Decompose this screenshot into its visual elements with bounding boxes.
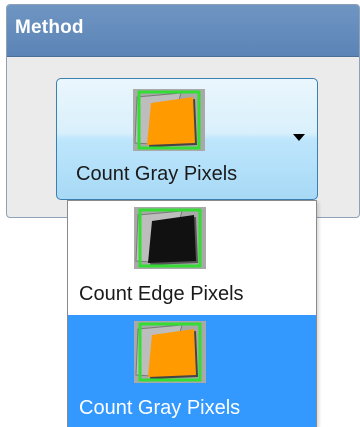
combo-selected-label: Count Gray Pixels [76, 163, 238, 185]
group-title: Method [15, 17, 84, 38]
method-dropdown-list: Count Edge Pixels Count Gray Pixels [67, 200, 317, 427]
gray-pixels-icon [133, 89, 205, 151]
method-selector-window: Method Count Gray Pixels Count Edge Pixe… [0, 0, 360, 427]
dropdown-arrow-icon[interactable] [293, 134, 305, 141]
group-header: Method [7, 5, 359, 57]
list-item-count-edge-pixels[interactable]: Count Edge Pixels [68, 201, 316, 313]
gray-pixels-icon [134, 321, 206, 383]
list-item-label: Count Gray Pixels [79, 397, 241, 419]
list-item-label: Count Edge Pixels [79, 283, 244, 305]
list-item-count-gray-pixels[interactable]: Count Gray Pixels [68, 315, 316, 427]
method-combo-box[interactable]: Count Gray Pixels [56, 78, 318, 200]
edge-pixels-icon [134, 207, 206, 269]
